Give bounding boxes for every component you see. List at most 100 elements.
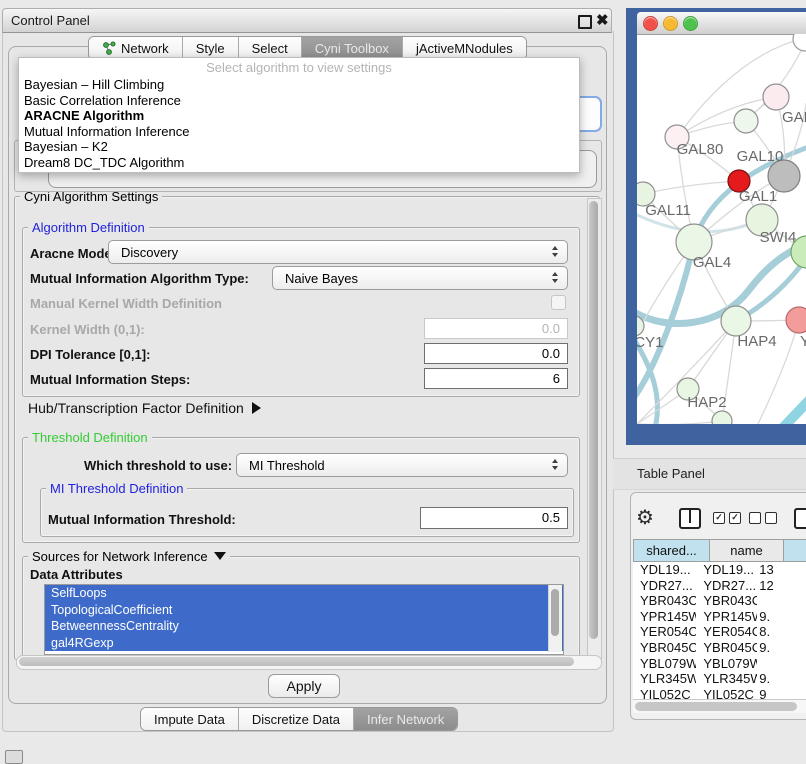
mi-type-select[interactable]: Naive Bayes <box>272 266 568 290</box>
table-cell: 9 <box>757 687 806 699</box>
network-canvas[interactable]: GALGAL80GAL10GAL1GAL11SWI4GAL4GCY1HAP4YH… <box>637 34 806 424</box>
table-row[interactable]: YLR345WYLR345W9. <box>633 671 806 687</box>
settings-vertical-scrollbar[interactable] <box>587 198 602 659</box>
close-icon[interactable]: ✖ <box>596 11 609 29</box>
mac-minimize-button[interactable] <box>663 16 678 31</box>
table-row[interactable]: YBL079WYBL079W <box>633 656 806 672</box>
data-attribute-item[interactable]: SelfLoops <box>45 585 563 602</box>
algorithm-option-mutual-information-inference[interactable]: Mutual Information Inference <box>19 124 579 140</box>
tab-label: Discretize Data <box>252 712 340 727</box>
network-node-top-right-partial[interactable] <box>793 34 806 51</box>
algorithm-option-basic-correlation-inference[interactable]: Basic Correlation Inference <box>19 93 579 109</box>
settings-horizontal-thumb[interactable] <box>19 657 574 666</box>
list-scrollbar[interactable] <box>548 585 562 652</box>
network-node-pink-right[interactable] <box>786 307 806 333</box>
table-cell <box>757 593 806 609</box>
select-all-icon[interactable]: ✓✓ <box>713 512 741 524</box>
node-label-gal10: GAL10 <box>737 148 784 165</box>
network-node-gal-top[interactable] <box>763 84 789 110</box>
network-node-gal10[interactable] <box>734 109 758 133</box>
mi-threshold-input[interactable]: 0.5 <box>420 507 568 529</box>
algorithm-option-bayesian-k2[interactable]: Bayesian – K2 <box>19 139 579 155</box>
hub-definition-expander[interactable]: Hub/Transcription Factor Definition <box>28 400 261 416</box>
tab-style[interactable]: Style <box>182 37 238 59</box>
list-scrollbar-thumb[interactable] <box>551 589 559 636</box>
table-cell: YBL079W <box>633 656 696 672</box>
tab-select[interactable]: Select <box>238 37 301 59</box>
spinner-arrows-icon <box>552 246 558 257</box>
table-row[interactable]: YBR045CYBR045C9. <box>633 640 806 656</box>
table-cell: YDL19... <box>696 562 757 578</box>
manual-kernel-label: Manual Kernel Width Definition <box>30 296 222 311</box>
algorithm-option-dream8-dc-tdc-algorithm[interactable]: Dream8 DC_TDC Algorithm <box>19 155 579 171</box>
table-horizontal-thumb[interactable] <box>635 702 797 711</box>
apply-button[interactable]: Apply <box>268 674 340 698</box>
node-label-gal80: GAL80 <box>677 141 724 158</box>
mi-steps-input[interactable]: 6 <box>424 368 568 389</box>
kernel-width-input: 0.0 <box>424 318 568 339</box>
tab-label: Infer Network <box>367 712 444 727</box>
table-row[interactable]: YBR043CYBR043C <box>633 593 806 609</box>
tab-network[interactable]: Network <box>89 37 182 59</box>
table-cell: YPR145W <box>633 609 696 625</box>
sources-title[interactable]: Sources for Network Inference <box>28 549 230 564</box>
tab-label: Impute Data <box>154 712 225 727</box>
node-label-hap4: HAP4 <box>737 333 776 350</box>
table-cell: YDR27... <box>633 578 696 594</box>
network-node-hap4[interactable] <box>721 306 751 336</box>
mi-threshold-label: Mutual Information Threshold: <box>48 512 236 527</box>
column-header-name[interactable]: name <box>710 539 784 562</box>
which-threshold-select[interactable]: MI Threshold <box>236 453 568 477</box>
algorithm-option-aracne-algorithm[interactable]: ARACNE Algorithm <box>19 108 579 124</box>
table-row[interactable]: YDR27...YDR27...12 <box>633 578 806 594</box>
column-header-a[interactable]: A <box>784 539 806 562</box>
tab-jactivemnodules[interactable]: jActiveMNodules <box>402 37 526 59</box>
column-header-shared[interactable]: shared... <box>633 539 710 562</box>
table-body: YDL19...YDL19...13YDR27...YDR27...12YBR0… <box>633 562 806 699</box>
node-label-gal: GAL <box>782 109 806 126</box>
table-row[interactable]: YIL052CYIL052C9 <box>633 687 806 699</box>
data-attributes-list[interactable]: SelfLoopsTopologicalCoefficientBetweenne… <box>44 584 564 655</box>
tab-cyni-toolbox[interactable]: Cyni Toolbox <box>301 37 402 59</box>
table-cell: YIL052C <box>633 687 696 699</box>
data-attribute-item[interactable]: BetweennessCentrality <box>45 618 563 635</box>
mi-steps-label: Mutual Information Steps: <box>30 372 190 387</box>
dpi-tolerance-input[interactable]: 0.0 <box>424 343 568 364</box>
data-attribute-item[interactable]: TopologicalCoefficient <box>45 602 563 619</box>
table-row[interactable]: YPR145WYPR145W9. <box>633 609 806 625</box>
float-window-icon[interactable] <box>578 15 592 29</box>
algorithm-select-placeholder: Select algorithm to view settings <box>19 59 579 77</box>
tab-infer-network[interactable]: Infer Network <box>353 708 457 730</box>
dpi-tolerance-label: DPI Tolerance [0,1]: <box>30 347 150 362</box>
kernel-width-value: 0.0 <box>425 319 567 336</box>
aracne-mode-select[interactable]: Discovery <box>108 240 568 264</box>
mi-threshold-value: 0.5 <box>421 508 567 525</box>
tab-discretize-data[interactable]: Discretize Data <box>238 708 353 730</box>
table-horizontal-scrollbar[interactable] <box>633 699 806 713</box>
settings-horizontal-scrollbar[interactable] <box>16 655 602 670</box>
algorithm-option-bayesian-hill-climbing[interactable]: Bayesian – Hill Climbing <box>19 77 579 93</box>
table-panel-title: Table Panel <box>637 466 705 481</box>
network-window-titlebar[interactable] <box>637 12 806 35</box>
deselect-all-icon[interactable] <box>749 512 777 524</box>
table-row[interactable]: YDL19...YDL19...13 <box>633 562 806 578</box>
table-tool-icon-partial[interactable] <box>794 508 806 529</box>
manual-kernel-checkbox[interactable] <box>551 295 566 310</box>
gear-icon[interactable]: ⚙ <box>636 505 654 530</box>
control-panel-titlebar[interactable]: Control Panel ✖ <box>2 8 612 33</box>
node-label-gal1: GAL1 <box>739 188 777 205</box>
table-header-row: shared...nameA <box>633 539 806 562</box>
network-node-bottom-node[interactable] <box>712 411 732 424</box>
mac-zoom-button[interactable] <box>683 16 698 31</box>
table-row[interactable]: YER054CYER054C8. <box>633 624 806 640</box>
network-edge <box>775 394 806 424</box>
dpi-tolerance-value: 0.0 <box>425 344 567 361</box>
columns-icon[interactable] <box>679 508 701 529</box>
data-attribute-item[interactable]: gal4RGexp <box>45 635 563 652</box>
tab-impute-data[interactable]: Impute Data <box>141 708 238 730</box>
table-cell: YER054C <box>696 624 757 640</box>
settings-vertical-thumb[interactable] <box>589 201 598 639</box>
kernel-width-label: Kernel Width (0,1): <box>30 322 145 337</box>
mac-close-button[interactable] <box>643 16 658 31</box>
table-cell: YBR043C <box>696 593 757 609</box>
